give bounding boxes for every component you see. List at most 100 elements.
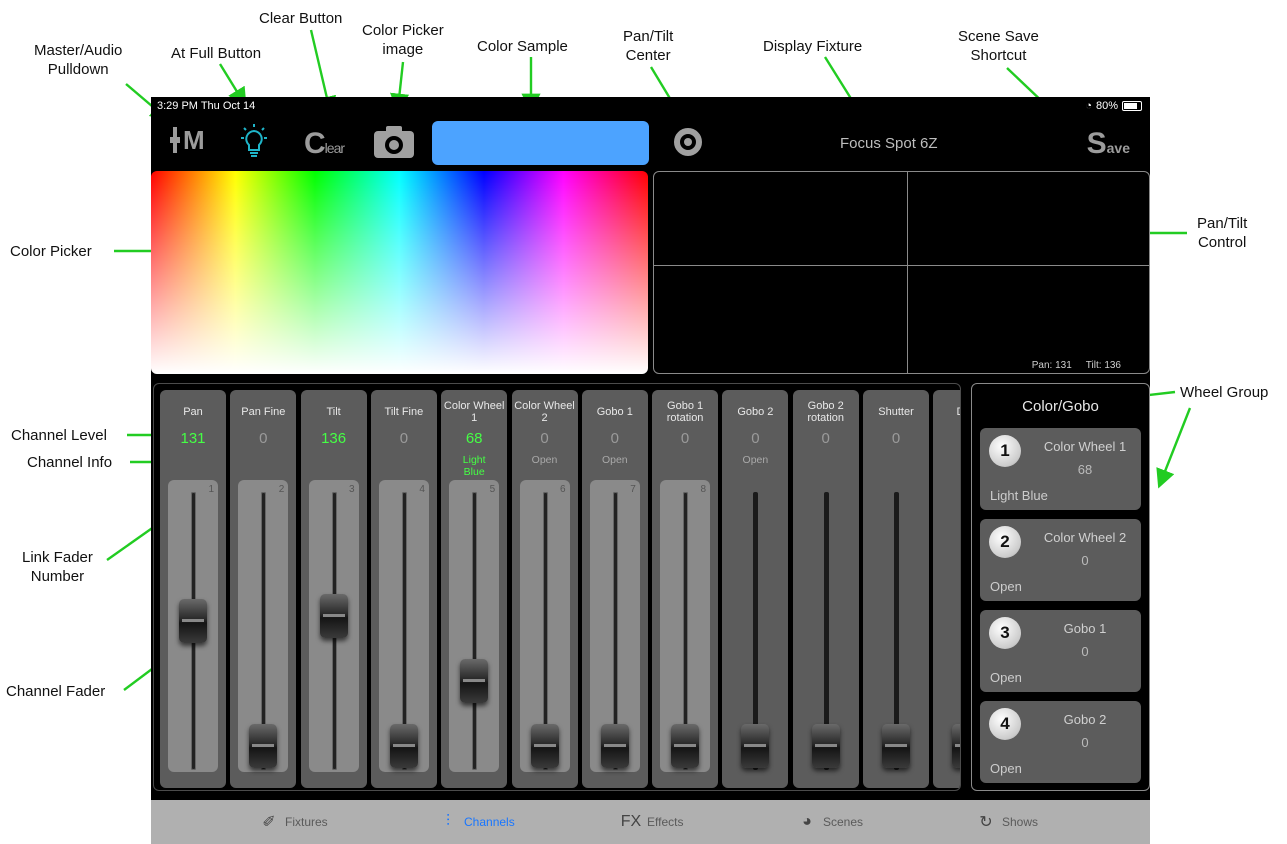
channel-name: Shutter	[878, 406, 914, 418]
wheel-number-badge: 1	[989, 435, 1021, 467]
status-time: 3:29 PM Thu Oct 14	[157, 100, 256, 112]
fader-knob[interactable]	[741, 724, 770, 768]
link-fader-number: 3	[349, 484, 355, 495]
fader-track[interactable]: 3	[308, 480, 359, 772]
fader-knob[interactable]	[319, 593, 348, 638]
fader-knob[interactable]	[600, 724, 629, 768]
scene-save-button[interactable]: Save	[1087, 127, 1130, 161]
status-battery: ◔ 80%	[1085, 100, 1142, 112]
wheel-group-title[interactable]: Color/Gobo	[972, 398, 1149, 415]
channel-name: Gobo 1	[596, 406, 633, 418]
fader-track[interactable]	[730, 480, 780, 772]
wheel-card[interactable]: 3 Gobo 1 0 Open	[980, 610, 1141, 692]
display-fixture[interactable]: Focus Spot 6Z	[840, 135, 938, 152]
wheel-info: Light Blue	[990, 488, 1048, 503]
link-fader-number: 5	[489, 484, 496, 495]
tab-fixtures[interactable]: ✐ Fixtures	[259, 812, 328, 832]
pan-tilt-readout: Pan: 131 Tilt: 136	[1032, 360, 1121, 371]
callout-pan-tilt-center: Pan/Tilt Center	[623, 28, 674, 64]
channel-level: 0	[933, 430, 960, 447]
tab-shows[interactable]: ↻ Shows	[976, 812, 1038, 832]
tab-channels[interactable]: ⫶ Channels	[438, 812, 515, 832]
fader-knob[interactable]	[389, 724, 418, 768]
tab-label: Fixtures	[285, 815, 328, 829]
wheel-number-badge: 3	[989, 617, 1021, 649]
channel-strip: Gobo 2 0 Open	[722, 390, 789, 788]
link-fader-number: 4	[419, 484, 425, 495]
battery-icon	[1122, 101, 1142, 111]
tab-label: Effects	[647, 815, 684, 829]
fader-knob[interactable]	[811, 724, 840, 768]
fader-knob[interactable]	[249, 724, 278, 768]
color-picker[interactable]	[151, 171, 648, 374]
fader-rail	[472, 492, 478, 770]
wheel-card[interactable]: 4 Gobo 2 0 Open	[980, 701, 1141, 783]
callout-wheel-group: Wheel Group	[1180, 384, 1269, 401]
callout-scene-save: Scene Save Shortcut	[958, 28, 1039, 64]
fader-knob[interactable]	[530, 724, 559, 768]
wheel-value: 0	[1081, 644, 1089, 659]
master-audio-button[interactable]: M	[169, 123, 213, 159]
link-fader-number: 2	[278, 484, 285, 495]
fader-track[interactable]: 8	[660, 480, 711, 772]
callout-channel-fader: Channel Fader	[6, 683, 106, 700]
fixtures-icon: ✐	[262, 814, 276, 831]
fader-knob[interactable]	[952, 724, 960, 768]
channel-strip: Tilt 136 3	[300, 390, 367, 788]
tab-label: Scenes	[823, 815, 864, 829]
fader-track[interactable]: 5	[449, 480, 500, 772]
fader-track[interactable]	[941, 480, 960, 772]
fader-track[interactable]: 2	[238, 480, 289, 772]
wheel-group-panel: Color/Gobo 1 Color Wheel 1 68 Light Blue 2 Co…	[971, 383, 1150, 791]
battery-percent: 80%	[1095, 100, 1118, 112]
tab-effects[interactable]: FX Effects	[621, 812, 684, 832]
channel-info: Open	[601, 454, 628, 466]
color-sample[interactable]	[432, 121, 649, 165]
callout-clear: Clear Button	[259, 10, 343, 27]
channel-level: 68	[465, 430, 483, 447]
fader-track[interactable]: 4	[378, 480, 429, 772]
channel-strip: Color Wheel 2 0 Open 6	[511, 390, 578, 788]
channel-strip: Pan Fine 0 2	[230, 390, 297, 788]
callout-color-sample: Color Sample	[477, 38, 568, 55]
callout-color-picker-image: Color Picker image	[362, 22, 444, 58]
target-icon	[684, 138, 692, 146]
color-picker-image-button[interactable]	[373, 125, 415, 159]
fader-knob[interactable]	[460, 658, 489, 703]
fader-knob[interactable]	[671, 724, 700, 768]
fader-track[interactable]: 7	[589, 480, 640, 772]
tab-scenes[interactable]: ◕ Scenes	[797, 812, 863, 832]
clear-button[interactable]: Clear	[304, 127, 345, 161]
callout-at-full: At Full Button	[171, 45, 262, 62]
channel-info: Open	[742, 454, 769, 466]
channel-name: Pan Fine	[241, 406, 286, 418]
channel-level: 136	[321, 430, 347, 447]
channel-strip: Pan 131 1	[160, 390, 226, 788]
pan-tilt-center-button[interactable]	[674, 128, 702, 156]
fader-knob[interactable]	[179, 598, 207, 643]
channel-level: 0	[751, 430, 760, 447]
wheel-card[interactable]: 1 Color Wheel 1 68 Light Blue	[980, 428, 1141, 510]
fader-track[interactable]: 1	[168, 480, 218, 772]
wifi-icon: ◔	[1085, 100, 1092, 112]
channel-level: 0	[259, 430, 268, 447]
channel-level: 0	[891, 430, 901, 447]
wheel-card[interactable]: 2 Color Wheel 2 0 Open	[980, 519, 1141, 601]
callout-channel-info: Channel Info	[27, 454, 113, 471]
toolbar: M Clear Focus Spot 6Z Save	[151, 115, 1150, 169]
fader-track[interactable]	[801, 480, 851, 772]
wheel-name: Color Wheel 2	[1043, 530, 1127, 545]
pan-tilt-control[interactable]: Pan: 131 Tilt: 136	[653, 171, 1150, 374]
pan-tilt-crosshair-vertical	[907, 172, 908, 373]
fader-knob[interactable]	[882, 724, 910, 768]
fader-track[interactable]	[871, 480, 921, 772]
wheel-value: 0	[1081, 735, 1089, 750]
shows-icon: ↻	[979, 814, 993, 831]
at-full-button[interactable]	[237, 123, 271, 161]
fader-track[interactable]: 6	[519, 480, 570, 772]
tab-label: Channels	[464, 815, 515, 829]
channel-faders-panel: Pan 131 1 Pan Fine 0 2 Tilt 136 3 Tilt Fine 0 4 Colo…	[153, 383, 961, 791]
channel-strip: Gobo 1 0 Open 7	[581, 390, 648, 788]
wheel-value: 68	[1077, 462, 1093, 477]
wheel-name: Color Wheel 1	[1043, 439, 1127, 454]
